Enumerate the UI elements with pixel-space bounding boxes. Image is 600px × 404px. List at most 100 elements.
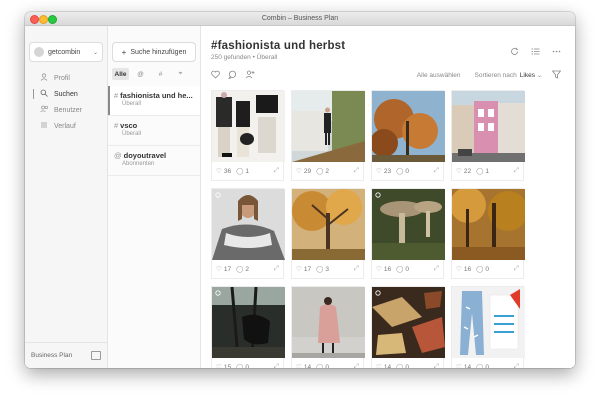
- sidebar: getcombin ⌄ Profil Suchen Benutzer Verla…: [25, 26, 108, 368]
- post-stats: ♡ 22 ◯ 1 ⤢: [452, 162, 523, 180]
- list-view-icon[interactable]: [531, 47, 540, 58]
- post-image[interactable]: [452, 189, 525, 260]
- comment-icon[interactable]: [227, 70, 237, 81]
- filter-users[interactable]: @: [132, 68, 149, 80]
- expand-icon[interactable]: ⤢: [514, 363, 519, 368]
- comment-count: 2: [245, 265, 249, 273]
- main-content: #fashionista und herbst 250 gefunden • Ü…: [201, 26, 575, 368]
- like-icon[interactable]: [211, 70, 220, 81]
- filter-hashtags[interactable]: #: [152, 68, 169, 80]
- expand-icon[interactable]: ⤢: [434, 167, 439, 175]
- search-item-scope: Abonnenten: [122, 161, 155, 167]
- expand-icon[interactable]: ⤢: [354, 265, 359, 273]
- app-window: Combin – Business Plan getcombin ⌄ Profi…: [25, 12, 575, 368]
- heart-icon: ♡: [456, 364, 462, 368]
- sidebar-item-profil[interactable]: Profil: [25, 70, 107, 86]
- search-item-vsco[interactable]: # vsco Überall: [108, 116, 200, 146]
- expand-icon[interactable]: ⤢: [354, 167, 359, 175]
- expand-icon[interactable]: ⤢: [514, 167, 519, 175]
- expand-icon[interactable]: ⤢: [274, 363, 279, 368]
- select-all-button[interactable]: Alle auswählen: [417, 72, 461, 79]
- comment-bubble-icon: ◯: [476, 266, 484, 273]
- post-stats: ♡ 17 ◯ 3 ⤢: [292, 260, 363, 278]
- like-count: 15: [223, 363, 232, 369]
- comment-count: 2: [325, 167, 329, 175]
- post-card[interactable]: ♡ 15 ◯ 0 ⤢: [211, 286, 285, 369]
- more-icon[interactable]: [552, 47, 561, 58]
- search-icon: [39, 89, 49, 99]
- expand-icon[interactable]: ⤢: [514, 265, 519, 273]
- close-window-button[interactable]: [30, 15, 39, 24]
- post-card[interactable]: ♡ 14 ◯ 0 ⤢: [291, 286, 365, 368]
- post-card[interactable]: ♡ 16 ◯ 0 ⤢: [371, 188, 445, 279]
- sidebar-item-benutzer[interactable]: Benutzer: [25, 102, 107, 118]
- post-card[interactable]: ♡ 14 ◯ 0 ⤢: [371, 286, 445, 369]
- heart-icon: ♡: [216, 168, 222, 175]
- heart-icon: ♡: [296, 168, 302, 175]
- profile-icon: [39, 73, 49, 83]
- collapse-sidebar-icon[interactable]: [91, 351, 101, 360]
- history-icon: [39, 121, 49, 131]
- comment-count: 0: [405, 363, 409, 369]
- account-switcher[interactable]: getcombin ⌄: [29, 42, 103, 62]
- sidebar-item-label: Benutzer: [54, 106, 83, 114]
- zoom-window-button[interactable]: [48, 15, 57, 24]
- search-list: # fashionista und he... Überall # vsco Übe…: [108, 86, 200, 176]
- post-card[interactable]: ♡ 14 ◯ 0 ⤢: [451, 286, 525, 368]
- expand-icon[interactable]: ⤢: [354, 363, 359, 368]
- heart-icon: ♡: [296, 266, 302, 273]
- comment-count: 1: [245, 167, 249, 175]
- heart-icon: ♡: [456, 266, 462, 273]
- search-item-title: doyoutravel: [123, 151, 167, 160]
- heart-icon: ♡: [216, 364, 222, 368]
- action-toolbar: Alle auswählen Sortieren nach Likes ⌄: [211, 68, 562, 82]
- refresh-icon[interactable]: [510, 47, 519, 58]
- result-summary: 250 gefunden • Überall: [211, 54, 277, 61]
- expand-icon[interactable]: ⤢: [434, 363, 439, 368]
- window-title: Combin – Business Plan: [261, 15, 339, 22]
- post-card[interactable]: ♡ 36 ◯ 1 ⤢: [211, 90, 285, 181]
- follow-user-icon[interactable]: [245, 70, 255, 81]
- expand-icon[interactable]: ⤢: [434, 265, 439, 273]
- post-card[interactable]: ♡ 17 ◯ 2 ⤢: [211, 188, 285, 279]
- post-image[interactable]: [372, 287, 445, 358]
- post-image[interactable]: [292, 189, 365, 260]
- post-image[interactable]: [212, 189, 285, 260]
- sidebar-item-suchen[interactable]: Suchen: [25, 86, 107, 102]
- post-image[interactable]: [292, 91, 365, 162]
- post-card[interactable]: ♡ 16 ◯ 0 ⤢: [451, 188, 525, 279]
- expand-icon[interactable]: ⤢: [274, 167, 279, 175]
- search-item-scope: Überall: [122, 101, 142, 107]
- post-image[interactable]: [372, 189, 445, 260]
- post-card[interactable]: ♡ 22 ◯ 1 ⤢: [451, 90, 525, 181]
- search-item-fashionista[interactable]: # fashionista und he... Überall: [108, 86, 200, 116]
- add-search-button[interactable]: + Suche hinzufügen: [112, 42, 196, 62]
- heart-icon: ♡: [456, 168, 462, 175]
- comment-bubble-icon: ◯: [316, 364, 324, 368]
- minimize-window-button[interactable]: [39, 15, 48, 24]
- post-image[interactable]: [212, 91, 285, 162]
- post-card[interactable]: ♡ 17 ◯ 3 ⤢: [291, 188, 365, 279]
- filter-all[interactable]: Alle: [112, 68, 129, 80]
- search-item-scope: Überall: [122, 131, 142, 137]
- post-card[interactable]: ♡ 29 ◯ 2 ⤢: [291, 90, 365, 181]
- like-count: 36: [223, 167, 232, 175]
- expand-icon[interactable]: ⤢: [274, 265, 279, 273]
- post-card[interactable]: ♡ 23 ◯ 0 ⤢: [371, 90, 445, 181]
- sort-dropdown[interactable]: Likes: [520, 72, 535, 79]
- chevron-down-icon: ⌄: [92, 49, 98, 56]
- filter-icon[interactable]: [551, 70, 562, 81]
- post-image[interactable]: [292, 287, 365, 358]
- filter-locations[interactable]: ⌖: [172, 68, 189, 80]
- post-image[interactable]: [212, 287, 285, 358]
- chevron-down-icon: ⌄: [536, 72, 542, 79]
- sidebar-item-verlauf[interactable]: Verlauf: [25, 118, 107, 134]
- comment-bubble-icon: ◯: [316, 266, 324, 273]
- search-item-doyoutravel[interactable]: @ doyoutravel Abonnenten: [108, 146, 200, 176]
- comment-count: 0: [245, 363, 249, 369]
- post-image[interactable]: [372, 91, 445, 162]
- post-image[interactable]: [452, 91, 525, 162]
- sort-label: Sortieren nach: [474, 71, 517, 79]
- comment-count: 0: [405, 265, 409, 273]
- post-image[interactable]: [452, 287, 525, 358]
